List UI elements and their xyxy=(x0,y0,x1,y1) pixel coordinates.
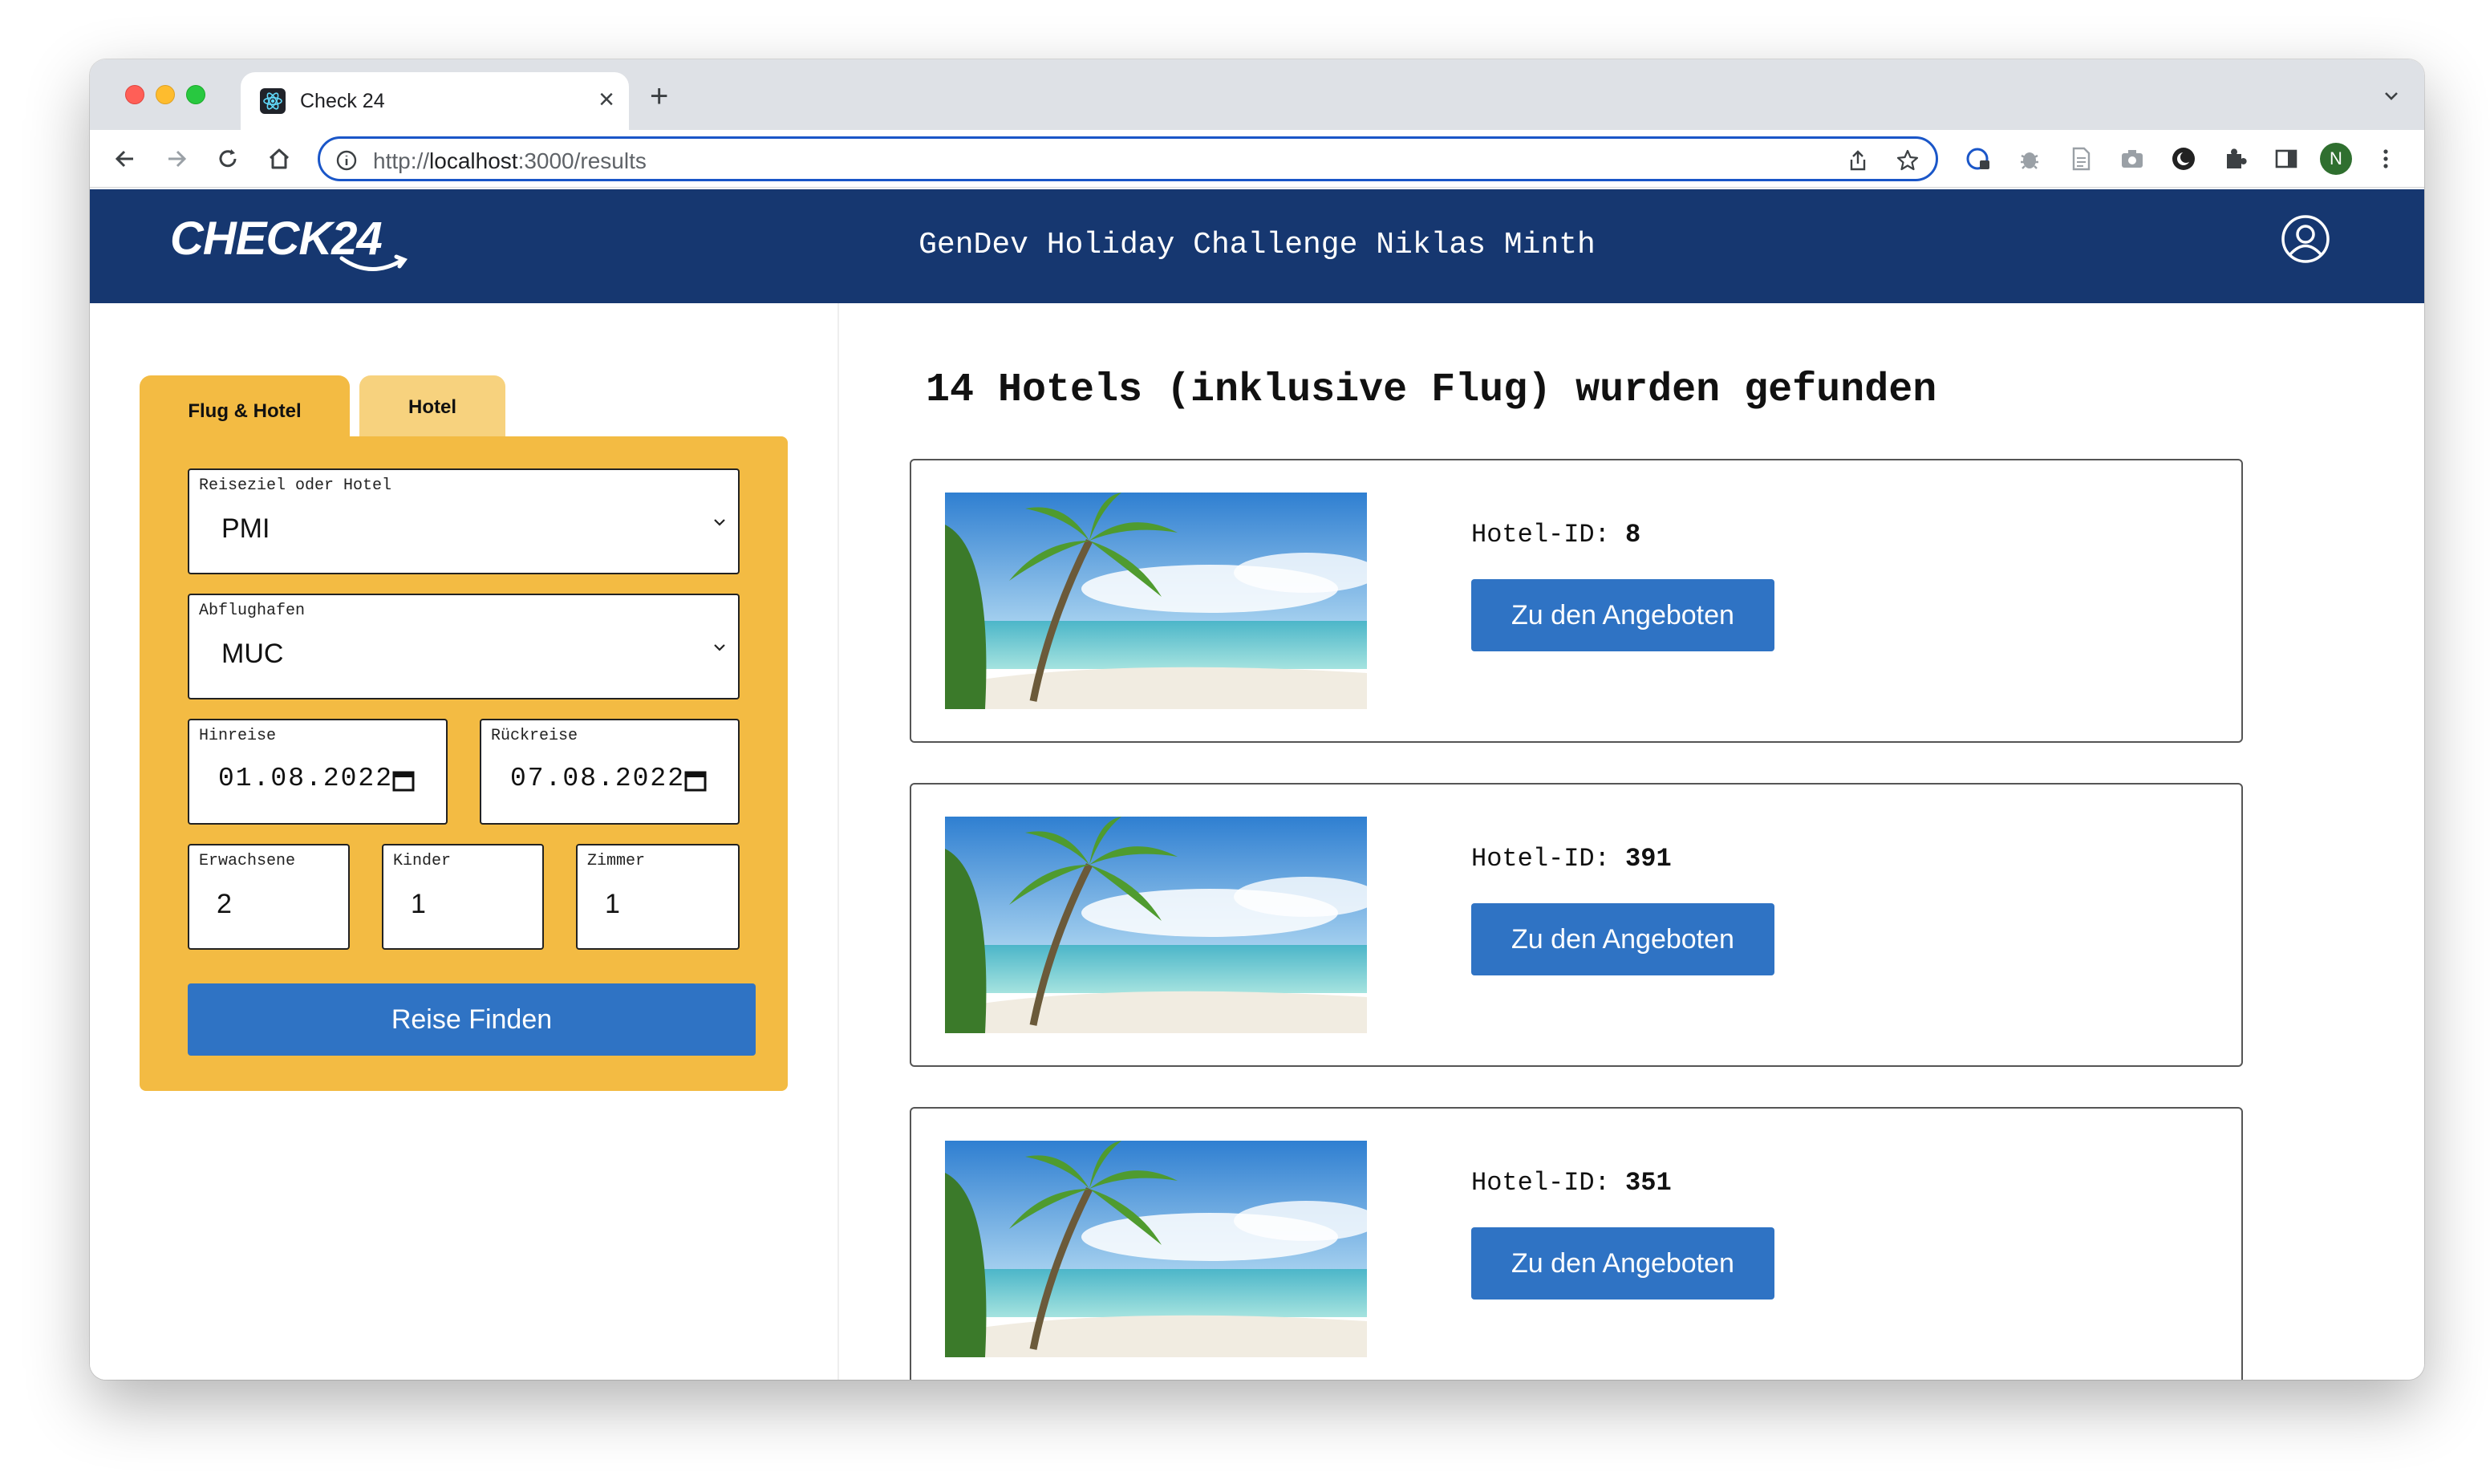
new-tab-button[interactable]: + xyxy=(650,80,668,112)
menu-kebab-icon[interactable] xyxy=(2371,144,2400,173)
hotel-image xyxy=(945,817,1378,1033)
chevron-down-icon xyxy=(711,513,728,531)
search-form: Reiseziel oder Hotel PMI Abflughafen MUC… xyxy=(140,436,788,1091)
share-icon[interactable] xyxy=(1846,148,1870,172)
hotel-image xyxy=(945,493,1378,709)
tab-title: Check 24 xyxy=(300,90,385,112)
adults-field[interactable]: Erwachsene 2 xyxy=(188,844,350,950)
hotel-id-text: Hotel-ID: 351 xyxy=(1471,1168,1672,1198)
outbound-date-field[interactable]: Hinreise 01.08.2022 xyxy=(188,719,448,825)
reload-icon[interactable] xyxy=(213,144,242,173)
side-panel-icon[interactable] xyxy=(2272,144,2301,173)
tab-strip: Check 24 × + xyxy=(90,59,2424,130)
tab-search-chevron-icon[interactable] xyxy=(2379,83,2403,107)
children-field[interactable]: Kinder 1 xyxy=(382,844,544,950)
hotel-id-text: Hotel-ID: 8 xyxy=(1471,520,1641,549)
outbound-date-value: 01.08.2022 xyxy=(218,764,394,793)
browser-window: Check 24 × + http://localhost:3000/resul… xyxy=(90,59,2424,1380)
back-icon[interactable] xyxy=(111,144,140,173)
calendar-icon[interactable] xyxy=(391,768,416,793)
close-window-button[interactable] xyxy=(125,85,144,104)
adults-value: 2 xyxy=(217,889,232,919)
home-icon[interactable] xyxy=(265,144,294,173)
forward-icon[interactable] xyxy=(162,144,191,173)
rooms-value: 1 xyxy=(605,889,620,919)
document-icon[interactable] xyxy=(2066,144,2095,173)
bookmark-star-icon[interactable] xyxy=(1896,148,1920,172)
bug-icon[interactable] xyxy=(2015,144,2044,173)
dark-mode-extension-icon[interactable] xyxy=(2169,144,2198,173)
view-offers-button[interactable]: Zu den Angeboten xyxy=(1471,903,1774,975)
site-info-icon[interactable] xyxy=(335,148,359,172)
tab-close-icon[interactable]: × xyxy=(598,83,614,116)
children-value: 1 xyxy=(411,889,426,919)
return-date-value: 07.08.2022 xyxy=(510,764,686,793)
calendar-icon[interactable] xyxy=(683,768,708,793)
maximize-window-button[interactable] xyxy=(186,85,205,104)
results-title: 14 Hotels (inklusive Flug) wurden gefund… xyxy=(926,367,1937,413)
extensions-puzzle-icon[interactable] xyxy=(2220,144,2249,173)
view-offers-button[interactable]: Zu den Angeboten xyxy=(1471,1227,1774,1300)
minimize-window-button[interactable] xyxy=(156,85,175,104)
react-favicon-icon xyxy=(260,88,286,114)
hotel-id-text: Hotel-ID: 391 xyxy=(1471,844,1672,874)
view-offers-button[interactable]: Zu den Angeboten xyxy=(1471,579,1774,651)
find-trip-button[interactable]: Reise Finden xyxy=(188,983,756,1056)
hotel-card: Hotel-ID: 8 Zu den Angeboten xyxy=(910,459,2243,743)
browser-tab[interactable]: Check 24 × xyxy=(241,72,629,130)
hotel-id-value: 8 xyxy=(1625,520,1641,549)
address-bar[interactable]: http://localhost:3000/results xyxy=(318,136,1938,181)
page-content: Flug & Hotel Hotel Reiseziel oder Hotel … xyxy=(90,303,2424,1380)
return-date-field[interactable]: Rückreise 07.08.2022 xyxy=(480,719,740,825)
password-manager-icon[interactable] xyxy=(1964,144,1993,173)
departure-airport-select[interactable]: Abflughafen MUC xyxy=(188,594,740,699)
hotel-id-value: 351 xyxy=(1625,1168,1672,1198)
destination-value: PMI xyxy=(221,513,270,544)
browser-toolbar: http://localhost:3000/results N xyxy=(90,130,2424,188)
destination-select[interactable]: Reiseziel oder Hotel PMI xyxy=(188,468,740,574)
profile-avatar[interactable]: N xyxy=(2320,143,2352,175)
camera-icon[interactable] xyxy=(2118,144,2147,173)
column-divider xyxy=(837,303,839,1380)
url-text: http://localhost:3000/results xyxy=(373,148,647,173)
hotel-image xyxy=(945,1141,1378,1357)
hotel-id-value: 391 xyxy=(1625,844,1672,874)
site-header: CHECK24 GenDev Holiday Challenge Niklas … xyxy=(90,189,2424,303)
user-account-icon[interactable] xyxy=(2280,213,2331,265)
tab-hotel[interactable]: Hotel xyxy=(359,375,505,440)
departure-airport-value: MUC xyxy=(221,639,284,669)
rooms-field[interactable]: Zimmer 1 xyxy=(576,844,740,950)
chevron-down-icon xyxy=(711,639,728,656)
hotel-card: Hotel-ID: 391 Zu den Angeboten xyxy=(910,783,2243,1067)
header-title: GenDev Holiday Challenge Niklas Minth xyxy=(919,228,1596,262)
hotel-card: Hotel-ID: 351 Zu den Angeboten xyxy=(910,1107,2243,1380)
